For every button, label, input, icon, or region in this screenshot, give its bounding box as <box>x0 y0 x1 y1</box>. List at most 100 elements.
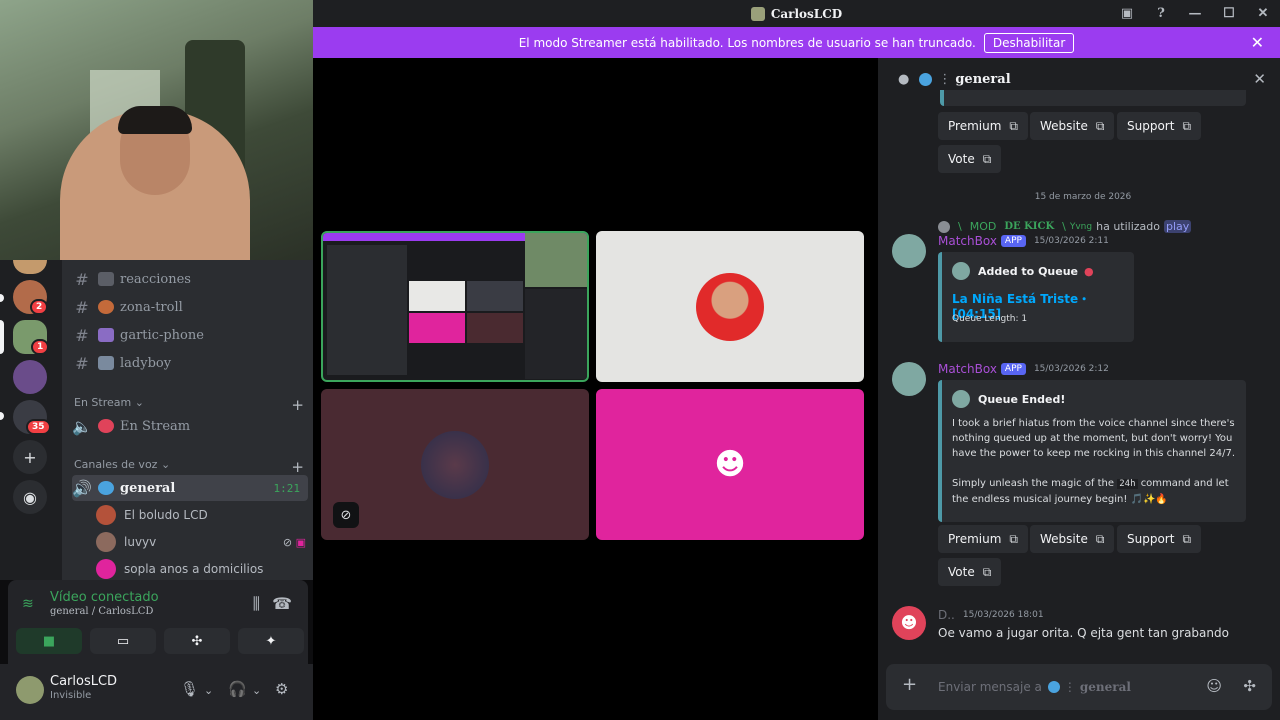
message-author[interactable]: MatchBox <box>938 234 997 248</box>
premium-link[interactable]: Premium ⧉ <box>938 112 1028 140</box>
channel-name: ladyboy <box>120 355 172 371</box>
disable-streamer-button[interactable]: Deshabilitar <box>983 32 1075 53</box>
webcam-headset <box>118 106 192 134</box>
microphone-icon[interactable]: 🎙 <box>180 680 199 698</box>
minimize-button[interactable]: — <box>1178 6 1212 21</box>
attach-icon[interactable]: + <box>902 674 917 695</box>
inbox-icon[interactable]: ▣ <box>1110 6 1144 21</box>
reply-mod: MOD <box>969 220 997 233</box>
server-rail: 2 1 35 + ◉ <box>0 260 62 580</box>
channel-ladyboy[interactable]: # ladyboy <box>72 350 308 376</box>
reply-reference[interactable]: \ MOD DE KICK \ Yvng ha utilizado play <box>938 220 1192 233</box>
participant-tile[interactable] <box>596 231 864 382</box>
call-timer: 1:21 <box>273 481 301 495</box>
message-input[interactable]: + Enviar mensaje a ⋮ general ☺ ✣ <box>886 664 1272 710</box>
server-icon <box>750 6 765 21</box>
external-link-icon: ⧉ <box>1009 118 1018 133</box>
vote-link[interactable]: Vote ⧉ <box>938 145 1002 173</box>
channel-gartic-phone[interactable]: # gartic-phone <box>72 322 308 348</box>
server-icon-3[interactable] <box>13 360 47 394</box>
banner-text: El modo Streamer está habilitado. Los no… <box>518 35 976 50</box>
vote-link[interactable]: Vote ⧉ <box>938 558 1002 586</box>
participant-tile[interactable]: ☻ <box>596 389 864 540</box>
voice-channel-general[interactable]: 🔊 general 1:21 <box>72 475 308 501</box>
website-link[interactable]: Website ⧉ <box>1030 112 1115 140</box>
mention-badge: 1 <box>31 339 50 355</box>
embed-title: Queue Ended! <box>978 392 1066 406</box>
website-link[interactable]: Website ⧉ <box>1030 525 1115 553</box>
voice-user-name: luvyv <box>124 535 157 549</box>
message-timestamp: 15/03/2026 18:01 <box>962 610 1044 620</box>
channel-reacciones[interactable]: # reacciones <box>72 266 308 292</box>
discord-logo-icon: ☻ <box>714 446 746 482</box>
close-banner-icon[interactable]: ✕ <box>1251 33 1264 52</box>
voice-user[interactable]: sopla anos a domicilios <box>96 557 263 581</box>
category-stream[interactable]: En Stream ⌄ + <box>74 396 304 414</box>
message-author[interactable]: D.. <box>938 608 955 622</box>
selected-pill <box>0 320 4 354</box>
category-voice[interactable]: Canales de voz ⌄ + <box>74 458 304 476</box>
participant-tile[interactable]: ⊘ <box>321 389 589 540</box>
title-bar: CarlosLCD ▣ ? — ☐ ✕ <box>313 0 1280 27</box>
chat-channel-name: general <box>955 71 1011 87</box>
globe-icon <box>1047 681 1060 693</box>
signal-icon[interactable]: ≋ <box>22 596 34 612</box>
channel-name: gartic-phone <box>120 327 204 343</box>
avatar <box>96 559 116 579</box>
activities-button[interactable]: ✣ <box>164 628 230 654</box>
window-title: CarlosLCD <box>770 6 843 21</box>
external-link-icon: ⧉ <box>982 564 992 579</box>
gear-icon[interactable]: ⚙ <box>275 680 288 698</box>
soundboard-button[interactable]: ✦ <box>238 628 304 654</box>
support-link[interactable]: Support ⧉ <box>1117 525 1202 553</box>
explore-icon[interactable]: ◉ <box>13 480 47 514</box>
screen-share-tile[interactable] <box>321 231 589 382</box>
date-divider: 15 de marzo de 2026 <box>1034 192 1132 202</box>
avatar <box>938 220 950 233</box>
server-icon-top[interactable] <box>13 260 47 274</box>
voice-user[interactable]: luvyv ⊘ ▣ <box>96 530 306 554</box>
close-window-button[interactable]: ✕ <box>1246 6 1280 21</box>
premium-link[interactable]: Premium ⧉ <box>938 525 1028 553</box>
queue-length: Queue Length: 1 <box>952 314 1028 324</box>
headphones-icon[interactable]: 🎧 <box>228 680 247 698</box>
help-icon[interactable]: ? <box>1144 6 1178 21</box>
add-channel-icon[interactable]: + <box>291 396 304 414</box>
avatar[interactable] <box>892 234 926 268</box>
streamer-mode-banner: El modo Streamer está habilitado. Los no… <box>313 27 1280 58</box>
chevron-down-icon[interactable]: ⌄ <box>252 684 261 697</box>
unread-pill <box>0 294 4 302</box>
username[interactable]: CarlosLCD <box>50 674 117 689</box>
message-header: MatchBox APP 15/03/2026 2:12 <box>938 362 1109 376</box>
embed-tail <box>940 90 1246 106</box>
discord-logo-icon[interactable]: ☻ <box>892 606 926 640</box>
add-channel-icon[interactable]: + <box>291 458 304 476</box>
voice-connected-panel: ≋ Vídeo conectado general / CarlosLCD ⫼ … <box>8 580 308 664</box>
noise-suppression-icon[interactable]: ⫼ <box>253 594 260 614</box>
message-author[interactable]: MatchBox <box>938 362 997 376</box>
message-text: Oe vamo a jugar orita. Q ejta gent tan g… <box>938 626 1229 640</box>
apps-icon[interactable]: ✣ <box>1243 677 1256 695</box>
screen-share-button[interactable]: ▭ <box>90 628 156 654</box>
disconnect-icon[interactable]: ☎ <box>272 594 292 613</box>
add-server-icon[interactable]: + <box>13 440 47 474</box>
voice-status[interactable]: Vídeo conectado <box>50 590 159 605</box>
voice-actions: ■ ▭ ✣ ✦ <box>16 628 304 654</box>
muted-mic-icon: ⊘ <box>333 502 359 528</box>
live-dot-icon <box>98 419 114 433</box>
webcam-overlay <box>0 0 313 260</box>
maximize-button[interactable]: ☐ <box>1212 6 1246 21</box>
voice-location: general / CarlosLCD <box>50 606 154 617</box>
chevron-down-icon[interactable]: ⌄ <box>204 684 213 697</box>
emoji-icon[interactable]: ☺ <box>1206 677 1222 695</box>
voice-user[interactable]: El boludo LCD <box>96 503 208 527</box>
close-chat-icon[interactable]: ✕ <box>1253 70 1266 88</box>
avatar[interactable] <box>892 362 926 396</box>
avatar[interactable] <box>16 676 44 704</box>
command-mention[interactable]: play <box>1164 220 1192 233</box>
camera-button[interactable]: ■ <box>16 628 82 654</box>
avatar <box>96 532 116 552</box>
channel-zona-troll[interactable]: # zona-troll <box>72 294 308 320</box>
channel-en-stream[interactable]: 🔈 En Stream <box>72 413 308 439</box>
support-link[interactable]: Support ⧉ <box>1117 112 1202 140</box>
